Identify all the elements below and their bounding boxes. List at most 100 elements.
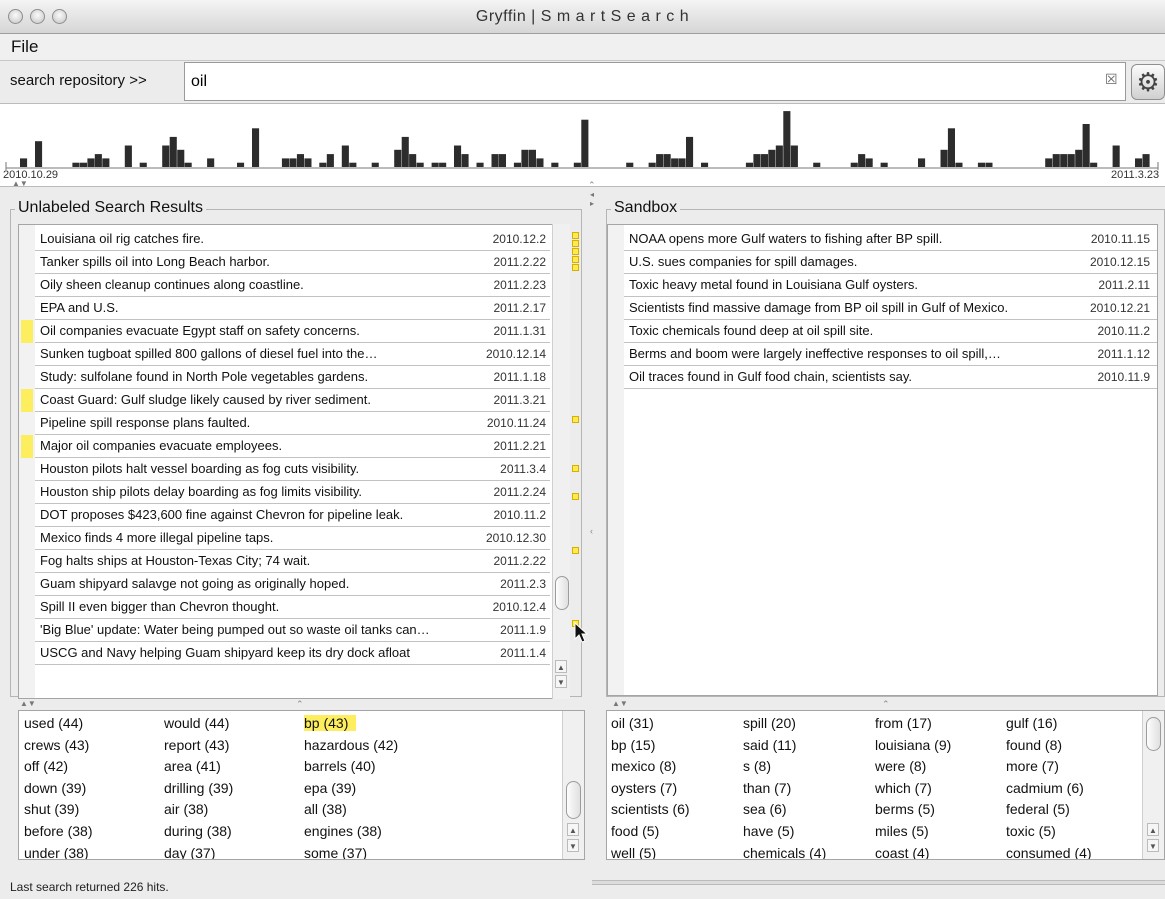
settings-button[interactable]: ⚙ bbox=[1131, 64, 1165, 100]
term-item[interactable]: off (42) bbox=[24, 758, 68, 774]
term-item[interactable]: chemicals (4) bbox=[743, 845, 826, 859]
result-row[interactable]: Coast Guard: Gulf sludge likely caused b… bbox=[35, 389, 550, 412]
result-row[interactable]: Spill II even bigger than Chevron though… bbox=[35, 596, 550, 619]
timeline-histogram[interactable]: 2010.10.29 2011.3.23 ▲▼ ⌃ bbox=[0, 103, 1165, 190]
term-item[interactable]: crews (43) bbox=[24, 737, 89, 753]
status-resizer[interactable] bbox=[592, 880, 1165, 885]
term-item[interactable]: during (38) bbox=[164, 823, 232, 839]
hit-marker[interactable] bbox=[572, 240, 579, 247]
term-item[interactable]: air (38) bbox=[164, 801, 208, 817]
term-item[interactable]: have (5) bbox=[743, 823, 794, 839]
term-item[interactable]: down (39) bbox=[24, 780, 86, 796]
term-item[interactable]: s (8) bbox=[743, 758, 771, 774]
result-row[interactable]: Berms and boom were largely ineffective … bbox=[624, 343, 1157, 366]
hit-marker[interactable] bbox=[572, 465, 579, 472]
term-item[interactable]: all (38) bbox=[304, 801, 347, 817]
hit-marker[interactable] bbox=[572, 256, 579, 263]
sandbox-terms-scrollbar[interactable]: ▲ ▼ bbox=[1142, 711, 1164, 859]
term-item[interactable]: were (8) bbox=[875, 758, 926, 774]
terms-scroll-thumb[interactable] bbox=[566, 781, 581, 819]
result-row[interactable]: Oil traces found in Gulf food chain, sci… bbox=[624, 366, 1157, 389]
term-item[interactable]: food (5) bbox=[611, 823, 659, 839]
result-row[interactable]: Oil companies evacuate Egypt staff on sa… bbox=[35, 320, 550, 343]
term-item[interactable]: more (7) bbox=[1006, 758, 1059, 774]
term-item[interactable]: epa (39) bbox=[304, 780, 356, 796]
sandbox-terms-collapse-arrows-icon[interactable]: ▲▼ bbox=[612, 700, 628, 708]
hit-marker[interactable] bbox=[572, 248, 579, 255]
label-marker[interactable] bbox=[21, 320, 33, 343]
result-row[interactable]: Guam shipyard salavge not going as origi… bbox=[35, 573, 550, 596]
unlabeled-results-list[interactable]: Louisiana oil rig catches fire. 2010.12.2… bbox=[18, 224, 570, 699]
results-scroll-thumb[interactable] bbox=[555, 576, 569, 610]
term-item[interactable]: bp (15) bbox=[611, 737, 655, 753]
collapse-arrows-icon[interactable]: ▲▼ bbox=[12, 180, 28, 188]
sandbox-terms-splitter-icon[interactable]: ⌃ bbox=[882, 699, 890, 710]
term-item[interactable]: scientists (6) bbox=[611, 801, 690, 817]
terms-scroll-down-arrow-icon[interactable]: ▼ bbox=[567, 839, 579, 852]
term-item[interactable]: coast (4) bbox=[875, 845, 929, 859]
terms-splitter-icon[interactable]: ⌃ bbox=[296, 699, 304, 710]
hit-marker[interactable] bbox=[572, 416, 579, 423]
term-item[interactable]: from (17) bbox=[875, 715, 932, 731]
hit-marker[interactable] bbox=[572, 547, 579, 554]
vertical-splitter-icon[interactable]: ‹ bbox=[590, 526, 593, 536]
result-row[interactable]: DOT proposes $423,600 fine against Chevr… bbox=[35, 504, 550, 527]
result-row[interactable]: Toxic chemicals found deep at oil spill … bbox=[624, 320, 1157, 343]
hit-marker[interactable] bbox=[572, 493, 579, 500]
term-item[interactable]: some (37) bbox=[304, 845, 367, 859]
term-item[interactable]: would (44) bbox=[164, 715, 229, 731]
scroll-down-arrow-icon[interactable]: ▼ bbox=[555, 675, 567, 688]
term-item[interactable]: area (41) bbox=[164, 758, 221, 774]
terms-scroll-up-arrow-icon[interactable]: ▲ bbox=[567, 823, 579, 836]
results-scrollbar[interactable]: ▲ ▼ bbox=[552, 224, 570, 699]
sandbox-results-list[interactable]: NOAA opens more Gulf waters to fishing a… bbox=[607, 224, 1158, 696]
label-marker[interactable] bbox=[21, 435, 33, 458]
result-row[interactable]: Louisiana oil rig catches fire. 2010.12.2 bbox=[35, 228, 550, 251]
term-item[interactable]: used (44) bbox=[24, 715, 83, 731]
result-row[interactable]: Major oil companies evacuate employees. 2… bbox=[35, 435, 550, 458]
result-row[interactable]: Toxic heavy metal found in Louisiana Gul… bbox=[624, 274, 1157, 297]
result-row[interactable]: U.S. sues companies for spill damages. 20… bbox=[624, 251, 1157, 274]
term-item[interactable]: barrels (40) bbox=[304, 758, 376, 774]
result-row[interactable]: Pipeline spill response plans faulted. 20… bbox=[35, 412, 550, 435]
terms-scrollbar[interactable]: ▲ ▼ bbox=[562, 711, 584, 859]
result-row[interactable]: Houston ship pilots delay boarding as fo… bbox=[35, 481, 550, 504]
term-item[interactable]: mexico (8) bbox=[611, 758, 676, 774]
term-item[interactable]: cadmium (6) bbox=[1006, 780, 1084, 796]
result-row[interactable]: Tanker spills oil into Long Beach harbor… bbox=[35, 251, 550, 274]
term-item[interactable]: berms (5) bbox=[875, 801, 935, 817]
scroll-up-arrow-icon[interactable]: ▲ bbox=[555, 660, 567, 673]
result-row[interactable]: 'Big Blue' update: Water being pumped ou… bbox=[35, 619, 550, 642]
term-item[interactable]: well (5) bbox=[611, 845, 656, 859]
hit-marker[interactable] bbox=[572, 264, 579, 271]
term-item[interactable]: miles (5) bbox=[875, 823, 929, 839]
sandbox-terms-scroll-down-arrow-icon[interactable]: ▼ bbox=[1147, 839, 1159, 852]
result-row[interactable]: USCG and Navy helping Guam shipyard keep… bbox=[35, 642, 550, 665]
term-item[interactable]: under (38) bbox=[24, 845, 89, 859]
term-item[interactable]: day (37) bbox=[164, 845, 215, 859]
sandbox-terms-scroll-up-arrow-icon[interactable]: ▲ bbox=[1147, 823, 1159, 836]
search-input[interactable] bbox=[184, 62, 1126, 101]
clear-x-icon[interactable]: ☒ bbox=[1105, 71, 1118, 88]
term-item[interactable]: bp (43) bbox=[304, 715, 357, 731]
terms-collapse-arrows-icon[interactable]: ▲▼ bbox=[20, 700, 36, 708]
hit-marker[interactable] bbox=[572, 232, 579, 239]
result-row[interactable]: Mexico finds 4 more illegal pipeline tap… bbox=[35, 527, 550, 550]
term-item[interactable]: said (11) bbox=[743, 737, 796, 753]
result-row[interactable]: Houston pilots halt vessel boarding as f… bbox=[35, 458, 550, 481]
term-item[interactable]: shut (39) bbox=[24, 801, 79, 817]
term-item[interactable]: spill (20) bbox=[743, 715, 796, 731]
term-item[interactable]: oil (31) bbox=[611, 715, 654, 731]
term-item[interactable]: which (7) bbox=[875, 780, 932, 796]
result-row[interactable]: Scientists find massive damage from BP o… bbox=[624, 297, 1157, 320]
splitter-arrows-icon[interactable]: ◂ ▸ bbox=[590, 190, 598, 220]
label-marker[interactable] bbox=[21, 389, 33, 412]
term-item[interactable]: hazardous (42) bbox=[304, 737, 398, 753]
term-item[interactable]: drilling (39) bbox=[164, 780, 233, 796]
term-item[interactable]: than (7) bbox=[743, 780, 791, 796]
term-item[interactable]: report (43) bbox=[164, 737, 229, 753]
term-item[interactable]: before (38) bbox=[24, 823, 92, 839]
term-item[interactable]: sea (6) bbox=[743, 801, 787, 817]
result-row[interactable]: Study: sulfolane found in North Pole veg… bbox=[35, 366, 550, 389]
result-row[interactable]: NOAA opens more Gulf waters to fishing a… bbox=[624, 228, 1157, 251]
